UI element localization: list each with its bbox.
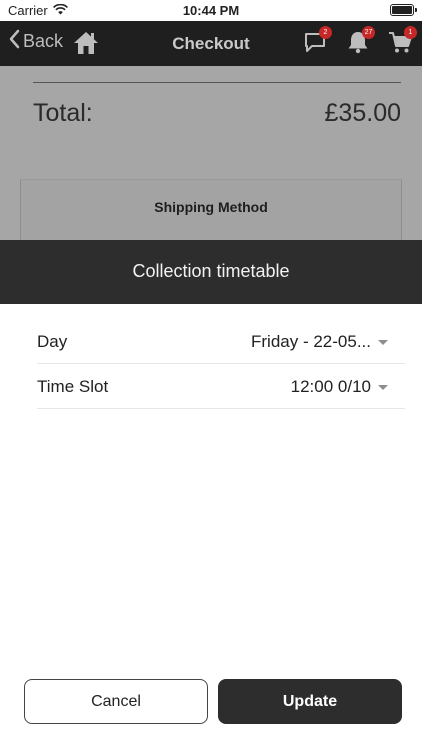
divider xyxy=(33,82,401,83)
dimmed-checkout-page: Total: £35.00 Shipping Method xyxy=(0,66,422,241)
time-slot-value: 12:00 0/10 xyxy=(290,377,371,396)
modal-header: Collection timetable xyxy=(0,240,422,304)
dropdown-arrow-icon xyxy=(378,385,388,390)
shipping-method-section: Shipping Method xyxy=(20,179,402,241)
cart-badge: 1 xyxy=(404,26,417,39)
notifications-button[interactable]: 27 xyxy=(345,26,375,60)
bell-icon xyxy=(345,32,371,59)
collection-timetable-sheet: Day Friday - 22-05... Time Slot 12:00 0/… xyxy=(0,304,422,750)
day-picker[interactable]: Day Friday - 22-05... xyxy=(37,320,405,364)
chat-icon xyxy=(302,33,328,59)
update-button[interactable]: Update xyxy=(218,679,402,724)
day-label: Day xyxy=(37,332,68,351)
battery-icon xyxy=(390,4,417,16)
chat-button[interactable]: 2 xyxy=(302,26,332,60)
cancel-button[interactable]: Cancel xyxy=(24,679,208,724)
total-value: £35.00 xyxy=(324,99,401,127)
status-time: 10:44 PM xyxy=(182,3,240,18)
status-bar: Carrier 10:44 PM xyxy=(0,0,422,21)
time-slot-label: Time Slot xyxy=(37,377,109,396)
time-slot-picker[interactable]: Time Slot 12:00 0/10 xyxy=(37,365,405,409)
nav-bar: Back Checkout 2 27 1 xyxy=(0,21,422,66)
cart-icon xyxy=(387,32,413,59)
day-value: Friday - 22-05... xyxy=(251,332,371,351)
total-label: Total: xyxy=(33,99,93,127)
shipping-method-label: Shipping Method xyxy=(154,199,268,215)
notifications-badge: 27 xyxy=(362,26,375,39)
modal-title: Collection timetable xyxy=(132,261,290,281)
dropdown-arrow-icon xyxy=(378,340,388,345)
cart-button[interactable]: 1 xyxy=(387,26,417,60)
chat-badge: 2 xyxy=(319,26,332,39)
